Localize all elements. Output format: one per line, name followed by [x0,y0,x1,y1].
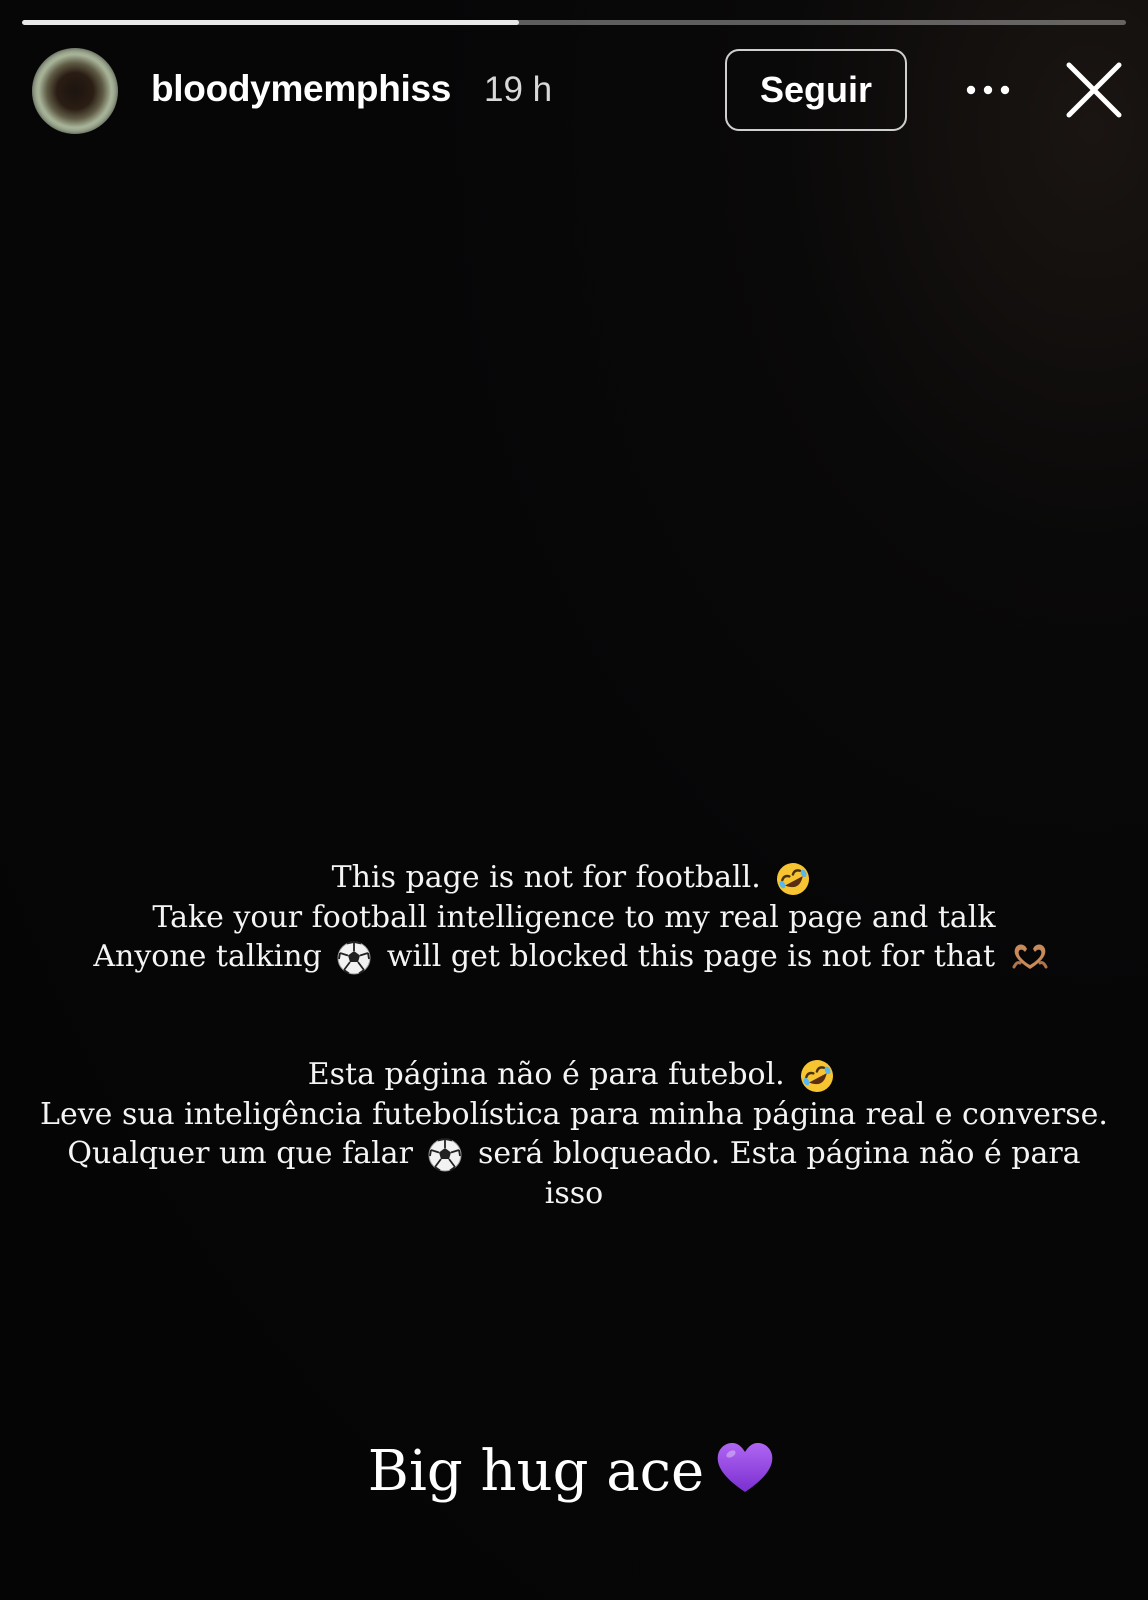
text-line: Esta página não é para futebol. [40,1055,1108,1095]
username[interactable]: bloodymemphiss [151,68,451,110]
follow-button-label: Seguir [759,69,873,110]
text-line-content: Anyone talking [93,939,322,974]
purple-heart-emoji [717,1443,773,1492]
follow-button[interactable]: Seguir [725,49,907,131]
soccer-ball-emoji [337,941,371,975]
text-line: Qualquer um que falar será bloqueado. Es… [40,1134,1108,1174]
text-line-content: será bloqueado. Esta página não é para [478,1136,1081,1171]
story-text-portuguese: Esta página não é para futebol. Leve sua… [40,1055,1108,1213]
text-line-content: will get blocked this page is not for th… [386,939,996,974]
text-line: isso [544,1176,604,1211]
heart-hands-emoji [1012,944,1048,969]
rolling-on-floor-laughing-emoji [801,1060,834,1092]
text-line-content: This page is not for football. [331,860,761,895]
avatar[interactable] [32,48,118,134]
soccer-ball-emoji [428,1138,462,1172]
story-progress-bar [22,20,1126,25]
rolling-on-floor-laughing-emoji [777,863,810,895]
text-line: Take your football intelligence to my re… [152,900,996,935]
story-progress-fill [22,20,519,25]
text-line-content: Esta página não é para futebol. [307,1057,785,1092]
text-line-content: Qualquer um que falar [67,1136,413,1171]
story-text-english: This page is not for football. Take your… [40,858,1108,977]
text-line: Anyone talking will get blocked this pag… [40,937,1108,977]
text-line: Leve sua inteligência futebolística para… [40,1097,1108,1132]
story-timestamp: 19 h [484,70,553,109]
text-line: This page is not for football. [40,858,1108,898]
more-icon[interactable] [958,70,1018,110]
closing-text-content: Big hug ace [367,1439,705,1504]
story-header: bloodymemphiss 19 h Seguir [0,46,1148,138]
close-icon[interactable] [1060,56,1128,124]
story-view[interactable]: bloodymemphiss 19 h Seguir This page is … [0,0,1148,1600]
closing-text: Big hug ace [0,1438,1148,1504]
